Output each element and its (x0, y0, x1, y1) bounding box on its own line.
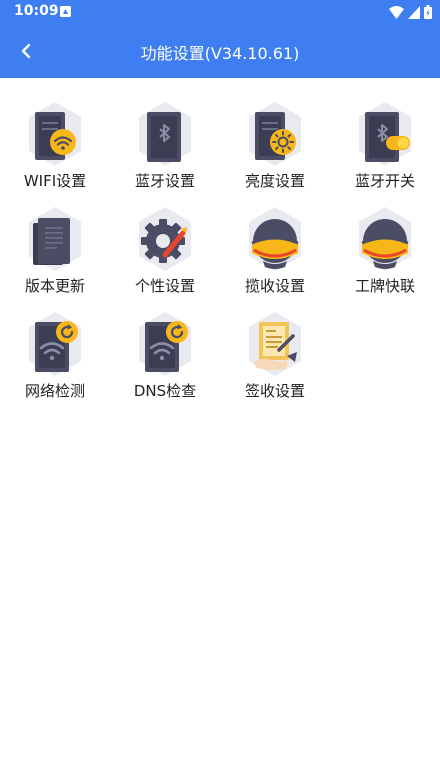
notification-icon (60, 6, 71, 17)
function-grid: WIFI设置 蓝牙设置 亮度设置 蓝牙开关 版本更新 个性设置 揽收设置 工牌快… (0, 100, 440, 415)
tile-badge-quick-link[interactable]: 工牌快联 (330, 205, 440, 310)
tile-label: 网络检测 (24, 382, 85, 400)
tile-label: 版本更新 (24, 277, 85, 295)
tile-dns-check[interactable]: DNS检查 (110, 310, 220, 415)
cell-signal-icon (408, 5, 420, 19)
dns-check-icon (133, 310, 197, 378)
tile-brightness-settings[interactable]: 亮度设置 (220, 100, 330, 205)
tile-personalization[interactable]: 个性设置 (110, 205, 220, 310)
tile-label: 亮度设置 (244, 172, 305, 190)
badge-quick-link-icon (353, 205, 417, 273)
tile-wifi-settings[interactable]: WIFI设置 (0, 100, 110, 205)
status-icons (389, 5, 432, 19)
tile-bluetooth-settings[interactable]: 蓝牙设置 (110, 100, 220, 205)
battery-icon (424, 5, 432, 19)
signing-settings-icon (243, 310, 307, 378)
tile-label: 工牌快联 (354, 277, 415, 295)
version-update-icon (23, 205, 87, 273)
tile-bluetooth-toggle[interactable]: 蓝牙开关 (330, 100, 440, 205)
tile-label: WIFI设置 (23, 172, 87, 190)
wifi-settings-icon (23, 100, 87, 168)
tile-label: 个性设置 (134, 277, 195, 295)
tile-network-check[interactable]: 网络检测 (0, 310, 110, 415)
status-bar: 10:09 (0, 0, 440, 24)
bluetooth-settings-icon (133, 100, 197, 168)
tile-label: 蓝牙开关 (354, 172, 415, 190)
tile-pickup-settings[interactable]: 揽收设置 (220, 205, 330, 310)
tile-label: 签收设置 (244, 382, 305, 400)
pickup-settings-icon (243, 205, 307, 273)
wifi-signal-icon (389, 5, 404, 19)
personalization-icon (133, 205, 197, 273)
app-bar: 功能设置(V34.10.61) (0, 24, 440, 78)
bluetooth-toggle-icon (353, 100, 417, 168)
status-time: 10:09 (14, 3, 59, 19)
tile-label: DNS检查 (133, 382, 197, 400)
tile-signing-settings[interactable]: 签收设置 (220, 310, 330, 415)
network-check-icon (23, 310, 87, 378)
tile-version-update[interactable]: 版本更新 (0, 205, 110, 310)
brightness-settings-icon (243, 100, 307, 168)
tile-label: 揽收设置 (244, 277, 305, 295)
page-title: 功能设置(V34.10.61) (140, 44, 300, 63)
tile-label: 蓝牙设置 (134, 172, 195, 190)
